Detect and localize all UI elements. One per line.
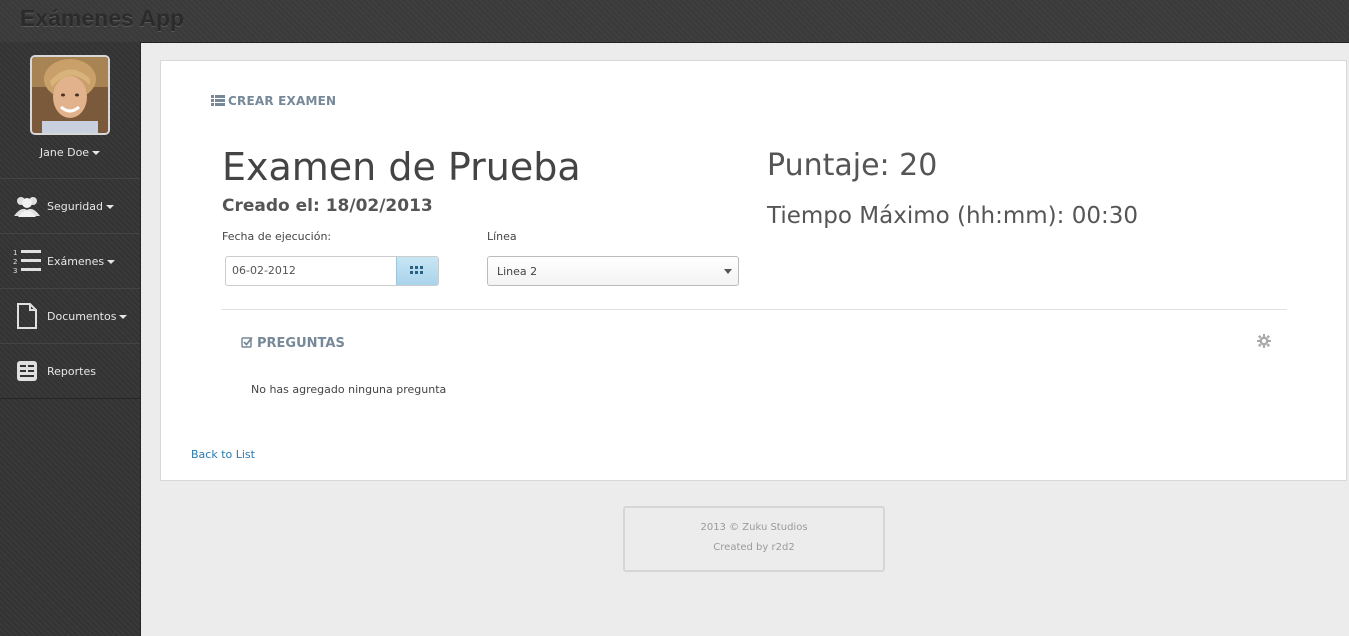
line-label: Línea: [487, 230, 517, 243]
footer-copyright: 2013 © Zuku Studios: [700, 522, 808, 533]
sidebar: Jane Doe Seguridad 1 2 3 Exámenes Docume…: [0, 42, 141, 636]
svg-text:2: 2: [13, 258, 17, 266]
ordered-list-icon: 1 2 3: [13, 249, 41, 275]
date-label: Fecha de ejecución:: [222, 230, 332, 243]
panel-heading: CREAR EXAMEN: [211, 94, 336, 108]
created-date: Creado el: 18/02/2013: [222, 196, 433, 216]
exam-panel: CREAR EXAMEN Examen de Prueba Creado el:…: [160, 60, 1347, 481]
exam-title: Examen de Prueba: [222, 145, 581, 189]
sidebar-item-label: Documentos: [47, 310, 117, 323]
sidebar-item-label: Seguridad: [47, 200, 103, 213]
chevron-down-icon: [724, 269, 732, 274]
svg-text:1: 1: [13, 249, 17, 257]
score: Puntaje: 20: [767, 148, 938, 183]
chevron-down-icon: [107, 260, 116, 264]
top-bar: Exámenes App: [0, 0, 1349, 43]
chevron-down-icon: [119, 315, 128, 319]
sidebar-item-seguridad[interactable]: Seguridad: [0, 178, 140, 234]
date-input[interactable]: [226, 257, 398, 283]
footer-credit: Created by r2d2: [713, 542, 795, 553]
divider: [221, 309, 1287, 310]
report-icon: [17, 361, 37, 381]
sidebar-item-label: Reportes: [47, 365, 96, 378]
sidebar-item-examenes[interactable]: 1 2 3 Exámenes: [0, 233, 140, 289]
app-title: Exámenes App: [20, 5, 185, 31]
sidebar-item-label: Exámenes: [47, 255, 105, 268]
calendar-button[interactable]: [396, 257, 438, 285]
questions-heading-label: PREGUNTAS: [257, 336, 345, 351]
list-icon: [211, 95, 225, 106]
sidebar-item-documentos[interactable]: Documentos: [0, 288, 140, 344]
sidebar-item-reportes[interactable]: Reportes: [0, 343, 140, 399]
max-time: Tiempo Máximo (hh:mm): 00:30: [767, 203, 1138, 229]
chevron-down-icon: [106, 205, 114, 209]
footer: 2013 © Zuku Studios Created by r2d2: [623, 506, 885, 572]
chevron-down-icon: [92, 151, 101, 155]
user-menu[interactable]: Jane Doe: [0, 146, 140, 159]
users-icon: [14, 197, 40, 217]
checkbox-icon: [241, 336, 253, 348]
document-icon: [17, 303, 37, 329]
gear-icon[interactable]: [1257, 334, 1271, 348]
panel-heading-label: CREAR EXAMEN: [228, 94, 337, 108]
line-select[interactable]: Linea 2: [487, 256, 739, 286]
back-to-list-link[interactable]: Back to List: [191, 448, 255, 461]
date-picker: [225, 256, 439, 286]
line-select-value: Linea 2: [497, 265, 538, 278]
questions-empty-message: No has agregado ninguna pregunta: [251, 383, 447, 396]
avatar-photo: [32, 57, 108, 133]
avatar[interactable]: [30, 55, 110, 135]
calendar-grid-icon: [410, 266, 423, 274]
user-name: Jane Doe: [39, 146, 90, 159]
questions-heading: PREGUNTAS: [241, 336, 345, 351]
svg-text:3: 3: [13, 267, 17, 275]
user-profile: Jane Doe: [0, 42, 140, 179]
